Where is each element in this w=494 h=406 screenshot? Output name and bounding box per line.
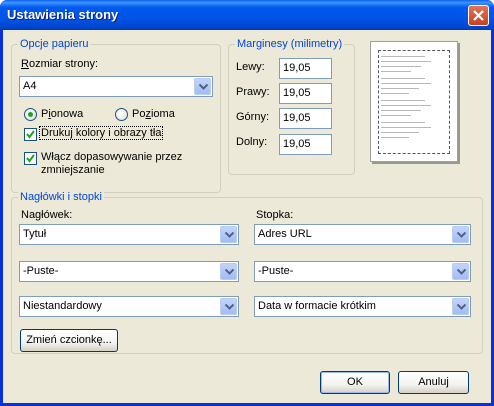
portrait-label[interactable]: Pionowa (41, 108, 83, 120)
bottom-margin-value: 19,05 (283, 138, 311, 150)
page-setup-dialog: Ustawienia strony Opcje papieru Rozmiar … (0, 0, 494, 406)
preview-text-line (381, 105, 431, 106)
top-margin-label: Górny: (236, 111, 270, 123)
chevron-down-icon (457, 304, 466, 310)
chevron-down-icon (457, 269, 466, 275)
change-font-button[interactable]: Zmień czcionkę... (20, 329, 118, 352)
top-margin-input[interactable]: 19,05 (279, 108, 332, 129)
preview-text-line (381, 83, 431, 84)
preview-text-line (381, 61, 431, 62)
footer-select-3-value: Data w formacie krótkim (258, 300, 376, 312)
preview-text-line (381, 132, 419, 133)
preview-text-line (381, 127, 431, 128)
footer-select-2[interactable]: -Puste- (254, 261, 471, 282)
header-select-1-value: Tytuł (23, 228, 47, 240)
headers-footers-legend: Nagłówki i stopki (18, 191, 104, 203)
footer-label: Stopka: (256, 209, 294, 221)
landscape-radio[interactable] (115, 108, 128, 121)
page-size-select[interactable]: A4 (19, 76, 213, 97)
preview-text-line (381, 78, 425, 79)
chevron-down-icon (199, 84, 208, 90)
page-size-dropdown-button[interactable] (194, 78, 211, 95)
footer-select-3[interactable]: Data w formacie krótkim (254, 296, 471, 317)
page-preview (370, 41, 458, 162)
shrink-to-fit-checkbox[interactable] (24, 152, 37, 165)
preview-text-line (381, 93, 409, 94)
chevron-down-icon (225, 232, 234, 238)
chevron-down-icon (225, 304, 234, 310)
top-margin-value: 19,05 (283, 112, 311, 124)
preview-text-line (381, 88, 419, 89)
window-title: Ustawienia strony (7, 7, 119, 22)
header-select-2-dropdown-button[interactable] (220, 263, 237, 280)
preview-text-line (381, 115, 411, 116)
preview-text-line (381, 137, 409, 138)
left-margin-label: Lewy: (236, 61, 265, 73)
footer-select-2-value: -Puste- (258, 265, 294, 277)
check-icon (26, 154, 35, 163)
header-label: Nagłówek: (21, 209, 73, 221)
preview-text-line (381, 122, 425, 123)
paper-options-legend: Opcje papieru (18, 38, 91, 50)
radio-selected-dot (28, 112, 33, 117)
chevron-down-icon (457, 232, 466, 238)
preview-text-line (381, 56, 425, 57)
print-colors-checkbox[interactable] (24, 128, 37, 141)
header-select-3-dropdown-button[interactable] (220, 298, 237, 315)
left-margin-value: 19,05 (283, 62, 311, 74)
bottom-margin-input[interactable]: 19,05 (279, 134, 332, 155)
page-size-label: Rozmiar strony: (21, 58, 99, 70)
header-select-1-dropdown-button[interactable] (220, 226, 237, 243)
footer-select-2-dropdown-button[interactable] (452, 263, 469, 280)
portrait-radio[interactable] (24, 108, 37, 121)
bottom-margin-label: Dolny: (236, 136, 268, 148)
chevron-down-icon (225, 269, 234, 275)
footer-select-3-dropdown-button[interactable] (452, 298, 469, 315)
shrink-to-fit-label-line2[interactable]: zmniejszanie (41, 164, 105, 176)
right-margin-value: 19,05 (283, 87, 311, 99)
footer-select-1-value: Adres URL (258, 228, 312, 240)
check-icon (26, 130, 35, 139)
footer-select-1-dropdown-button[interactable] (452, 226, 469, 243)
landscape-label[interactable]: Pozioma (132, 108, 175, 120)
shrink-to-fit-label-line1[interactable]: Włącz dopasowywanie przez (41, 151, 182, 163)
cancel-button[interactable]: Anuluj (398, 371, 469, 394)
title-bar[interactable]: Ustawienia strony (0, 0, 494, 30)
page-size-value: A4 (23, 80, 37, 92)
header-select-2-value: -Puste- (23, 265, 59, 277)
close-button[interactable] (468, 5, 489, 26)
right-margin-input[interactable]: 19,05 (279, 83, 332, 104)
close-icon (473, 10, 484, 21)
print-colors-label[interactable]: Drukuj kolory i obrazy tła (38, 126, 164, 140)
right-margin-label: Prawy: (236, 86, 270, 98)
header-select-2[interactable]: -Puste- (19, 261, 239, 282)
header-select-3[interactable]: Niestandardowy (19, 296, 239, 317)
preview-text-line (381, 110, 421, 111)
ok-button[interactable]: OK (320, 371, 390, 394)
preview-text-line (381, 100, 425, 101)
dialog-body: Opcje papieru Rozmiar strony: A4 Pionowa… (3, 30, 491, 403)
header-select-3-value: Niestandardowy (23, 300, 102, 312)
header-select-1[interactable]: Tytuł (19, 224, 239, 245)
preview-text-line (381, 71, 411, 72)
preview-text-line (381, 66, 421, 67)
margins-legend: Marginesy (milimetry) (235, 38, 345, 50)
footer-select-1[interactable]: Adres URL (254, 224, 471, 245)
left-margin-input[interactable]: 19,05 (279, 58, 332, 79)
